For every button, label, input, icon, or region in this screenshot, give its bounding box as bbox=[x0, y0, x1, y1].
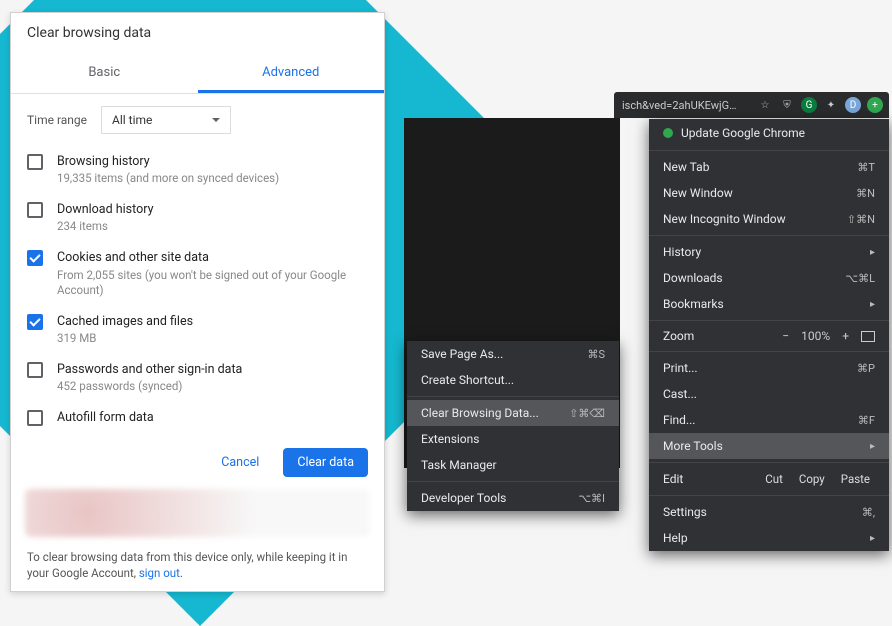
cancel-button[interactable]: Cancel bbox=[207, 448, 273, 477]
menu-update-chrome[interactable]: Update Google Chrome bbox=[649, 119, 889, 147]
checkbox[interactable] bbox=[27, 250, 43, 266]
blurred-account-area bbox=[25, 489, 370, 537]
submenu-developer-tools[interactable]: Developer Tools⌥⌘I bbox=[407, 485, 619, 511]
menu-edit-row: Edit Cut Copy Paste bbox=[649, 466, 889, 492]
opt-download-history: Download history234 items bbox=[23, 194, 372, 242]
edit-paste[interactable]: Paste bbox=[836, 472, 875, 486]
more-tools-submenu: Save Page As...⌘S Create Shortcut... Cle… bbox=[407, 341, 619, 511]
url-text: isch&ved=2ahUKEwjG… bbox=[614, 99, 757, 112]
tab-basic[interactable]: Basic bbox=[11, 55, 198, 93]
menu-downloads[interactable]: Downloads⌥⌘L bbox=[649, 265, 889, 291]
checkbox[interactable] bbox=[27, 314, 43, 330]
menu-cast[interactable]: Cast... bbox=[649, 381, 889, 407]
options-list: Browsing history19,335 items (and more o… bbox=[11, 146, 384, 434]
edit-copy[interactable]: Copy bbox=[794, 472, 830, 486]
dialog-tabs: Basic Advanced bbox=[11, 55, 384, 94]
star-icon[interactable]: ☆ bbox=[757, 97, 773, 113]
extension-g-icon[interactable]: G bbox=[801, 97, 817, 113]
menu-help[interactable]: Help▸ bbox=[649, 525, 889, 551]
submenu-task-manager[interactable]: Task Manager bbox=[407, 452, 619, 478]
shield-icon[interactable]: ⛨ bbox=[779, 97, 795, 113]
chrome-main-menu: Update Google Chrome New Tab⌘T New Windo… bbox=[649, 119, 889, 551]
submenu-create-shortcut[interactable]: Create Shortcut... bbox=[407, 367, 619, 393]
tab-advanced[interactable]: Advanced bbox=[198, 55, 385, 93]
fullscreen-icon[interactable] bbox=[861, 331, 875, 342]
sign-out-link[interactable]: sign out bbox=[139, 566, 180, 580]
extensions-puzzle-icon[interactable]: ✦ bbox=[823, 97, 839, 113]
menu-zoom: Zoom − 100% + bbox=[649, 324, 889, 348]
submenu-extensions[interactable]: Extensions bbox=[407, 426, 619, 452]
menu-bookmarks[interactable]: Bookmarks▸ bbox=[649, 291, 889, 317]
time-range-label: Time range bbox=[27, 113, 87, 127]
menu-settings[interactable]: Settings⌘, bbox=[649, 499, 889, 525]
submenu-clear-browsing-data[interactable]: Clear Browsing Data...⇧⌘⌫ bbox=[407, 400, 619, 426]
clear-data-button[interactable]: Clear data bbox=[283, 448, 368, 477]
opt-cookies: Cookies and other site dataFrom 2,055 si… bbox=[23, 242, 372, 305]
menu-print[interactable]: Print...⌘P bbox=[649, 355, 889, 381]
signout-note: To clear browsing data from this device … bbox=[11, 543, 384, 581]
checkbox[interactable] bbox=[27, 410, 43, 426]
checkbox[interactable] bbox=[27, 154, 43, 170]
clear-browsing-data-dialog: Clear browsing data Basic Advanced Time … bbox=[10, 12, 385, 592]
menu-find[interactable]: Find...⌘F bbox=[649, 407, 889, 433]
opt-cached: Cached images and files319 MB bbox=[23, 306, 372, 354]
zoom-in-button[interactable]: + bbox=[842, 329, 849, 343]
time-range-select[interactable]: All time bbox=[101, 106, 231, 134]
update-dot-icon bbox=[663, 128, 673, 138]
menu-new-window[interactable]: New Window⌘N bbox=[649, 180, 889, 206]
update-available-icon[interactable]: + bbox=[867, 97, 883, 113]
menu-history[interactable]: History▸ bbox=[649, 239, 889, 265]
checkbox[interactable] bbox=[27, 202, 43, 218]
menu-new-tab[interactable]: New Tab⌘T bbox=[649, 154, 889, 180]
zoom-value: 100% bbox=[801, 329, 830, 343]
menu-more-tools[interactable]: More Tools▸ bbox=[649, 433, 889, 459]
address-bar-strip: isch&ved=2ahUKEwjG… ☆ ⛨ G ✦ D + bbox=[614, 92, 889, 118]
opt-browsing-history: Browsing history19,335 items (and more o… bbox=[23, 146, 372, 194]
dialog-title: Clear browsing data bbox=[11, 13, 384, 55]
edit-cut[interactable]: Cut bbox=[760, 472, 788, 486]
zoom-out-button[interactable]: − bbox=[782, 329, 789, 343]
checkbox[interactable] bbox=[27, 362, 43, 378]
opt-autofill: Autofill form data bbox=[23, 402, 372, 434]
profile-avatar-icon[interactable]: D bbox=[845, 97, 861, 113]
opt-passwords: Passwords and other sign-in data452 pass… bbox=[23, 354, 372, 402]
submenu-save-page-as[interactable]: Save Page As...⌘S bbox=[407, 341, 619, 367]
menu-new-incognito[interactable]: New Incognito Window⇧⌘N bbox=[649, 206, 889, 232]
